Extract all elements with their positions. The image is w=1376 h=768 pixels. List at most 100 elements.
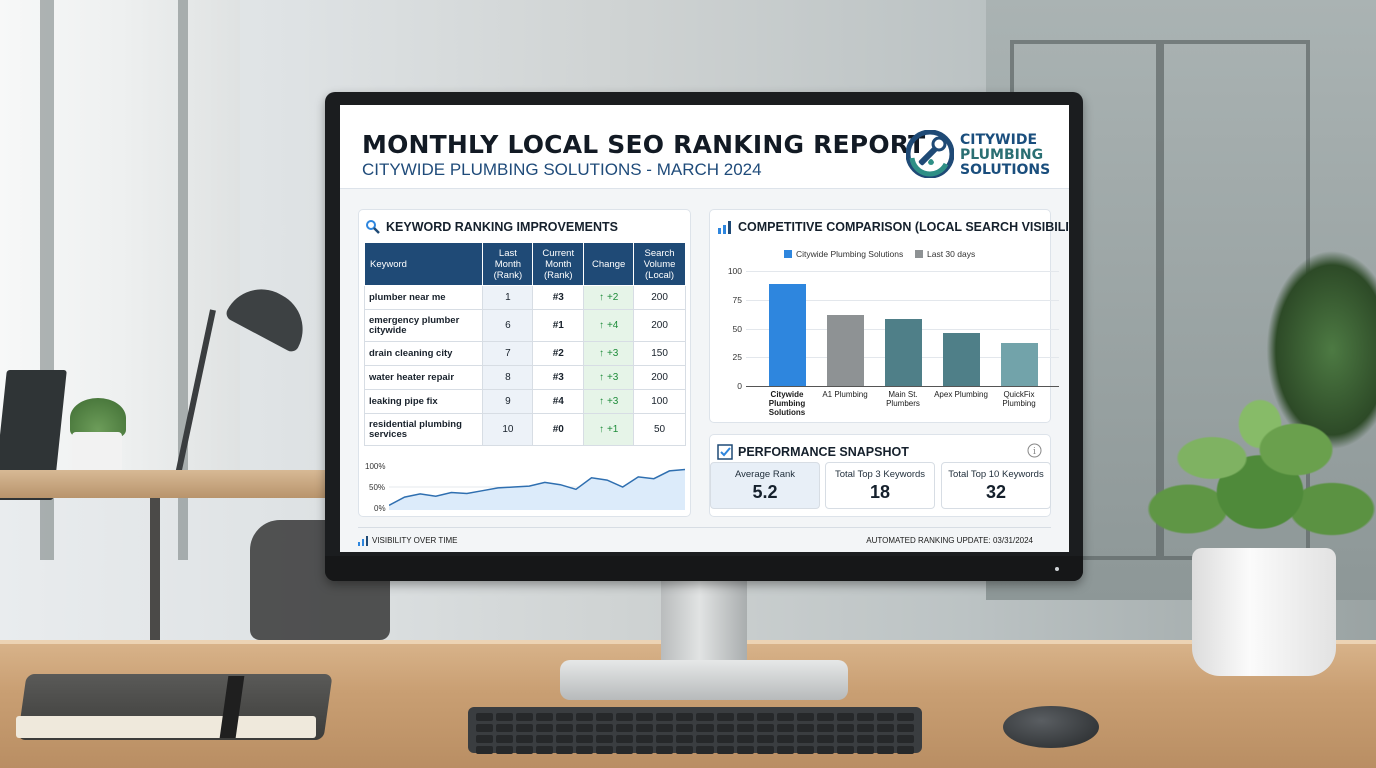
table-row: leaking pipe fix 9 #4 ↑ +3 100 [363, 389, 686, 414]
metric-value: 5.2 [752, 482, 778, 502]
keyboard-key [876, 724, 894, 732]
last-month-rank-cell: 6 [482, 309, 534, 342]
metric-label: Total Top 10 Keywords [948, 469, 1044, 480]
keyboard-key [676, 746, 694, 754]
keyboard-key [716, 735, 734, 743]
last-month-rank-cell: 1 [482, 285, 534, 310]
report-footer: VISIBILITY OVER TIME AUTOMATED RANKING U… [358, 527, 1051, 552]
change-cell: ↑ +3 [583, 389, 635, 414]
change-value: +3 [606, 348, 619, 359]
footer-left-label: VISIBILITY OVER TIME [372, 536, 458, 545]
change-value: +3 [606, 372, 619, 383]
metric-label: Average Rank [734, 469, 796, 480]
keyword-table: Keyword Last Month (Rank) Current Month … [363, 242, 686, 446]
keyboard-key [676, 724, 694, 732]
keyboard-key [696, 724, 714, 732]
table-row: residential plumbing services 10 #0 ↑ +1 50 [363, 413, 686, 446]
logo-line: CITYWIDE [960, 132, 1038, 148]
keyboard-key [796, 735, 814, 743]
keyboard-key [796, 713, 814, 721]
keyboard-key [796, 746, 814, 754]
keyboard-key [536, 735, 554, 743]
metric-top3-keywords: Total Top 3 Keywords 18 [825, 462, 935, 509]
keyboard-key [716, 724, 734, 732]
change-value: +4 [606, 320, 619, 331]
keyboard-key [636, 724, 654, 732]
keyboard-key [816, 746, 834, 754]
keyboard-key [656, 724, 674, 732]
keyboard-key [496, 713, 514, 721]
keyboard-key [636, 735, 654, 743]
keyboard-key [696, 735, 714, 743]
y-axis-tick-label: 25 [732, 352, 742, 363]
column-header: Keyword [363, 242, 484, 286]
current-month-rank-cell: #0 [532, 413, 585, 446]
column-header: Current Month (Rank) [532, 242, 585, 286]
column-header: Search Volume (Local) [633, 242, 686, 286]
keyboard-key [516, 735, 534, 743]
gridline [746, 271, 1059, 272]
y-axis-tick-label: 100 [727, 266, 742, 276]
info-icon[interactable]: i [1027, 443, 1042, 458]
change-value: +2 [606, 292, 619, 303]
keyboard-key [476, 746, 494, 754]
keyboard-key [616, 713, 634, 721]
legend-label: Last 30 days [927, 249, 976, 259]
table-row: drain cleaning city 7 #2 ↑ +3 150 [363, 341, 686, 366]
sparkline-area [389, 469, 685, 510]
keyboard-key [716, 746, 734, 754]
monitor-stand [661, 580, 747, 666]
keyword-cell: leaking pipe fix [363, 389, 484, 414]
table-row: water heater repair 8 #3 ↑ +3 200 [363, 365, 686, 390]
keyboard-key [816, 735, 834, 743]
bar [1000, 343, 1038, 386]
bar [942, 333, 980, 386]
arrow-up-icon: ↑ [598, 424, 604, 435]
search-volume-cell: 50 [633, 413, 686, 446]
power-indicator [1055, 567, 1059, 571]
x-axis-category-label: A1 Plumbing [822, 390, 868, 399]
legend-swatch [784, 250, 792, 258]
sparkline-y-tick: 0% [374, 504, 386, 513]
keyboard-key [576, 724, 594, 732]
search-volume-cell: 200 [633, 309, 686, 342]
keyword-card-title: KEYWORD RANKING IMPROVEMENTS [386, 220, 618, 234]
arrow-up-icon: ↑ [598, 348, 604, 359]
last-month-rank-cell: 8 [482, 365, 534, 390]
y-axis-tick-label: 75 [732, 294, 742, 305]
keyword-cell: emergency plumber citywide [363, 309, 484, 342]
keyboard-key [596, 735, 614, 743]
keyboard-key [796, 724, 814, 732]
keyboard-key [556, 735, 574, 743]
keyboard-key [596, 724, 614, 732]
legend-item: Last 30 days [915, 249, 975, 259]
company-logo-text: CITYWIDE PLUMBING SOLUTIONS [960, 133, 1050, 178]
x-axis-category-label: Citywide Plumbing Solutions [768, 390, 806, 417]
keyboard-key [776, 724, 794, 732]
keyboard-key [856, 746, 874, 754]
magnifier-gear-icon [366, 220, 380, 234]
footer-update-label: AUTOMATED RANKING UPDATE: 03/31/2024 [866, 536, 1033, 545]
last-month-rank-cell: 7 [482, 341, 534, 366]
competitive-comparison-card: COMPETITIVE COMPARISON (LOCAL SEARCH VIS… [709, 209, 1069, 423]
keyboard-key [656, 746, 674, 754]
keyboard-key [676, 713, 694, 721]
keyboard-key [636, 713, 654, 721]
keyboard-key [776, 735, 794, 743]
column-header: Last Month (Rank) [482, 242, 534, 286]
keyboard-key [516, 724, 534, 732]
keyboard-key [736, 713, 754, 721]
sparkline-y-tick: 100% [365, 462, 386, 471]
search-volume-cell: 200 [633, 365, 686, 390]
potted-plant-leaves [1140, 390, 1376, 560]
keyboard-key [496, 724, 514, 732]
keyboard-key [876, 746, 894, 754]
keyword-card-header: KEYWORD RANKING IMPROVEMENTS [365, 219, 618, 235]
trend-icon [358, 536, 368, 546]
search-volume-cell: 150 [633, 341, 686, 366]
legend-item: Citywide Plumbing Solutions [784, 249, 903, 259]
keyword-cell: water heater repair [363, 365, 484, 390]
keyboard-key [856, 713, 874, 721]
keyboard-key [536, 713, 554, 721]
arrow-up-icon: ↑ [598, 320, 604, 331]
